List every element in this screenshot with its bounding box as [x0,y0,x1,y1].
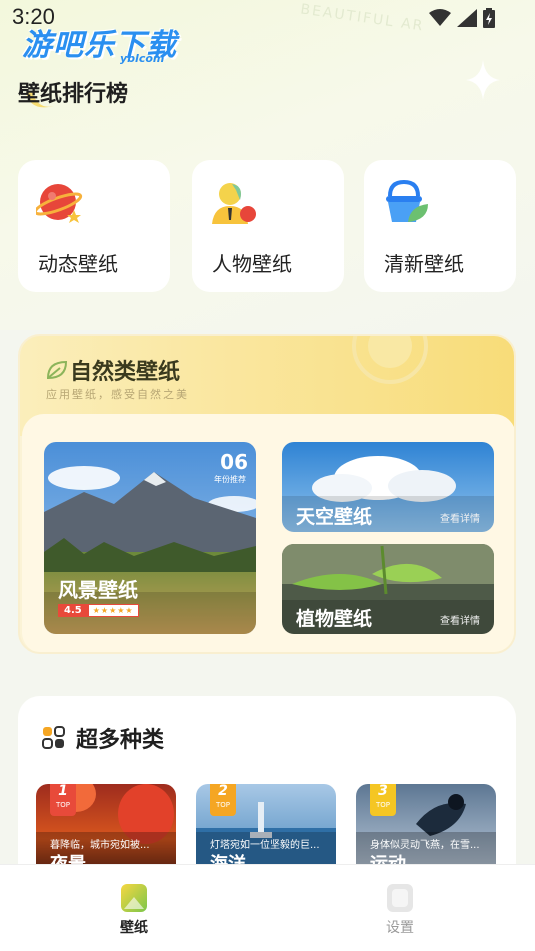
category-card-people[interactable]: 人物壁纸 [192,160,344,292]
section-subtitle: 应用壁纸，感受自然之美 [46,388,189,401]
sparkle-icon [466,60,500,100]
category-label: 清新壁纸 [384,252,464,276]
rank-top-label: TOP [375,801,390,809]
plant-wallpaper-tile[interactable]: 植物壁纸 查看详情 [282,544,494,634]
person-icon [212,183,256,224]
nav-label: 壁纸 [120,920,148,936]
wifi-icon [429,9,451,26]
nav-item-settings[interactable]: 设置 [340,865,460,951]
rank-number: 1 [58,784,68,799]
card-description: 灯塔宛如一位坚毅的巨... [210,840,320,851]
landscape-wallpaper-tile[interactable]: 06 年份推荐 风景壁纸 4.5 ★★★★★ [44,442,256,634]
rank-badge: 3 TOP [370,784,396,816]
tile-detail-link[interactable]: 查看详情 [440,510,480,525]
category-card-fresh[interactable]: 清新壁纸 [364,160,516,292]
rank-top-label: TOP [215,801,230,809]
status-icons [429,8,495,28]
rank-badge: 1 TOP [50,784,76,816]
nav-item-wallpaper[interactable]: 壁纸 [74,865,194,951]
leaf-icon [46,360,68,380]
signal-icon [457,9,477,27]
bottom-navigation: 壁纸 设置 [0,864,535,951]
rating-value: 4.5 [58,604,88,617]
tile-label: 植物壁纸 [296,608,373,630]
category-label: 动态壁纸 [38,252,118,276]
rank-number: 3 [378,784,388,799]
circle-decor [352,336,428,384]
rank-top-label: TOP [55,801,70,809]
tile-detail-link[interactable]: 查看详情 [440,612,480,627]
card-description: 身体似灵动飞燕，在雪... [370,840,480,851]
planet-icon [36,184,83,223]
category-label: 人物壁纸 [212,252,292,276]
section-title: 超多种类 [76,728,165,753]
tile-date-caption: 年份推荐 [214,475,246,484]
battery-icon [483,8,495,28]
card-description: 暮降临，城市宛如被... [50,840,150,851]
nature-tiles: 06 年份推荐 风景壁纸 4.5 ★★★★★ 天空壁纸 查看详情 植物壁纸 查看… [22,414,514,652]
rank-number: 2 [218,784,228,799]
star-rating: ★★★★★ [87,604,139,617]
grid-icon [42,726,65,749]
settings-tab-icon [387,884,413,912]
watermark-subtext: yblcom [120,52,165,65]
category-card-dynamic[interactable]: 动态壁纸 [18,160,170,292]
wallpaper-tab-icon [121,884,147,912]
rating-bar: 4.5 ★★★★★ [58,604,139,617]
tile-label: 风景壁纸 [58,578,138,602]
page-title: 壁纸排行榜 [18,82,129,107]
tile-date: 06 [220,450,248,474]
nature-wallpaper-section: 自然类壁纸 应用壁纸，感受自然之美 06 年份推荐 风景壁纸 4.5 ★★★★★… [18,334,516,654]
section-title: 自然类壁纸 [70,360,181,385]
bucket-icon [386,180,428,222]
rank-badge: 2 TOP [210,784,236,816]
sky-wallpaper-tile[interactable]: 天空壁纸 查看详情 [282,442,494,532]
tile-label: 天空壁纸 [296,506,373,528]
nav-label: 设置 [386,920,414,936]
